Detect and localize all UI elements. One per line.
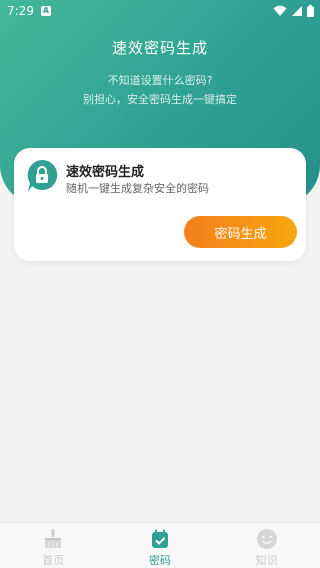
- generate-password-button[interactable]: 密码生成: [184, 216, 297, 248]
- status-bar: 7:29 A: [0, 0, 320, 24]
- card-description: 随机一键生成复杂安全的密码: [66, 182, 209, 195]
- smiley-icon: [256, 529, 277, 549]
- hero-subtitle-line1: 不知道设置什么密码?: [107, 74, 213, 87]
- status-icons: [273, 5, 314, 17]
- password-generator-card: 速效密码生成 随机一键生成复杂安全的密码 密码生成: [14, 148, 306, 261]
- card-title: 速效密码生成: [66, 165, 145, 180]
- tab-password-label: 密码: [149, 554, 171, 567]
- notification-icon: A: [41, 6, 51, 16]
- signal-icon: [292, 6, 302, 16]
- calendar-check-icon: [152, 529, 168, 548]
- wifi-icon: [273, 5, 287, 16]
- bottom-tab-bar: 首页 密码 知识: [0, 522, 320, 568]
- page-title: 速效密码生成: [111, 39, 208, 57]
- tab-knowledge-label: 知识: [255, 554, 278, 567]
- lock-chat-icon: [27, 159, 58, 192]
- status-time: 7:29: [7, 4, 34, 18]
- broom-icon: [45, 529, 62, 548]
- tab-home[interactable]: 首页: [0, 523, 107, 568]
- tab-home-label: 首页: [42, 554, 65, 567]
- battery-icon: [307, 5, 314, 17]
- tab-password[interactable]: 密码: [107, 523, 214, 568]
- tab-knowledge[interactable]: 知识: [213, 523, 320, 568]
- hero-subtitle-line2: 别担心，安全密码生成一键搞定: [83, 93, 237, 106]
